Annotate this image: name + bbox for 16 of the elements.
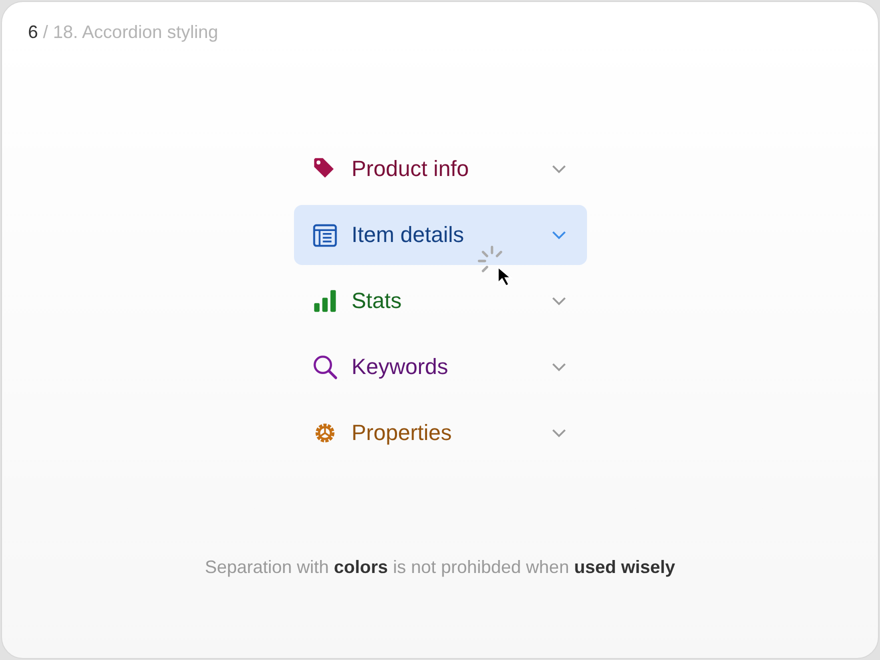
document-icon — [312, 222, 338, 248]
accordion-item[interactable]: Properties — [294, 403, 586, 463]
accordion-item[interactable]: Product info — [294, 139, 586, 199]
accordion-item[interactable]: Stats — [294, 271, 586, 331]
chevron-down-icon — [550, 428, 566, 438]
bar-chart-icon — [312, 288, 338, 314]
page-number: 6 — [28, 22, 38, 42]
accordion-item[interactable]: Item details — [294, 205, 586, 265]
slide-title: / 18. Accordion styling — [42, 22, 218, 42]
chevron-down-icon — [550, 164, 566, 174]
caption: Separation with colors is not prohibded when used wisely — [204, 557, 676, 578]
accordion-item[interactable]: Keywords — [294, 337, 586, 397]
chevron-down-icon — [550, 230, 566, 240]
chevron-down-icon — [550, 296, 566, 306]
chevron-down-icon — [550, 362, 566, 372]
search-icon — [312, 354, 338, 380]
